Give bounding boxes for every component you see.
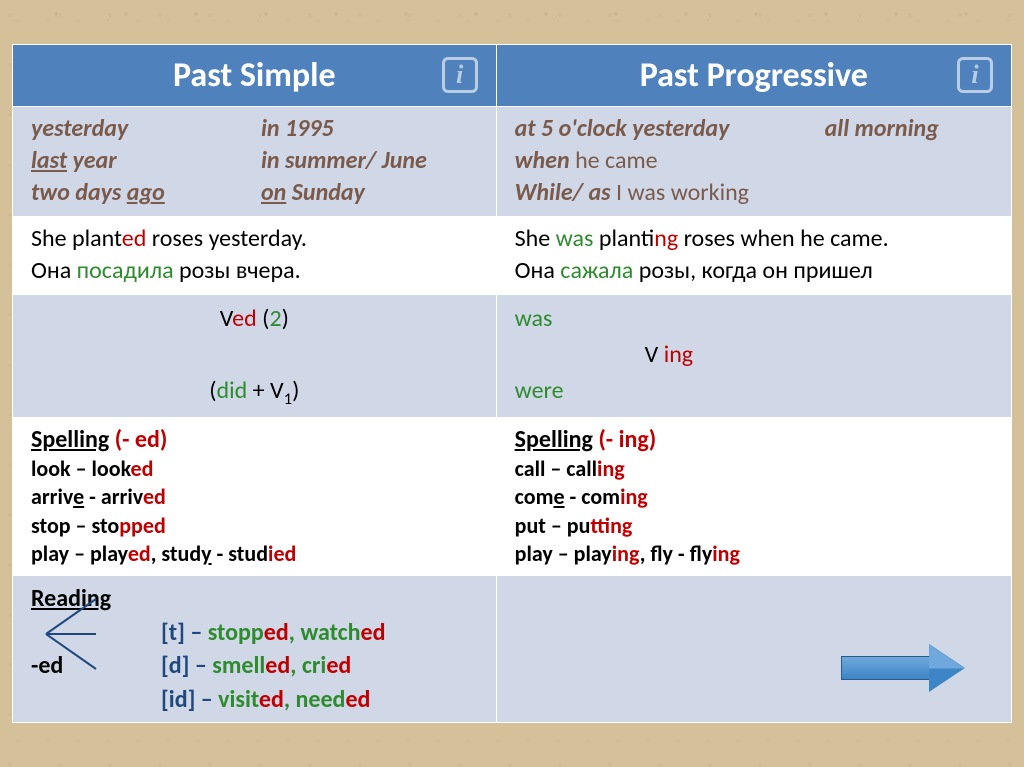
header-left-text: Past Simple	[173, 55, 336, 96]
formula-right: was V ing were	[496, 294, 1011, 417]
formula-left: Ved (2) (did + V1)	[13, 294, 497, 417]
header-past-progressive: Past Progressive i	[496, 44, 1011, 106]
next-arrow-icon[interactable]	[841, 644, 971, 692]
info-icon[interactable]: i	[442, 57, 478, 93]
header-right-text: Past Progressive	[640, 55, 868, 96]
example-left: She planted roses yesterday. Она посадил…	[13, 216, 497, 294]
branch-lines-icon	[41, 584, 101, 684]
next-cell	[496, 576, 1011, 723]
example-right: She was planting roses when he came. Она…	[496, 216, 1011, 294]
spelling-right: Spelling (- ing) call – calling come - c…	[496, 417, 1011, 576]
markers-right: at 5 o'clock yesterdayall morning when h…	[496, 106, 1011, 216]
reading-cell: Reading [t] – stopped, watched -ed [d] –…	[13, 576, 497, 723]
info-icon[interactable]: i	[957, 57, 993, 93]
header-past-simple: Past Simple i	[13, 44, 497, 106]
spelling-left: Spelling (- ed) look – looked arrive - a…	[13, 417, 497, 576]
markers-left: yesterdayin 1995 last yearin summer/ Jun…	[13, 106, 497, 216]
grammar-table: Past Simple i Past Progressive i yesterd…	[12, 44, 1012, 724]
